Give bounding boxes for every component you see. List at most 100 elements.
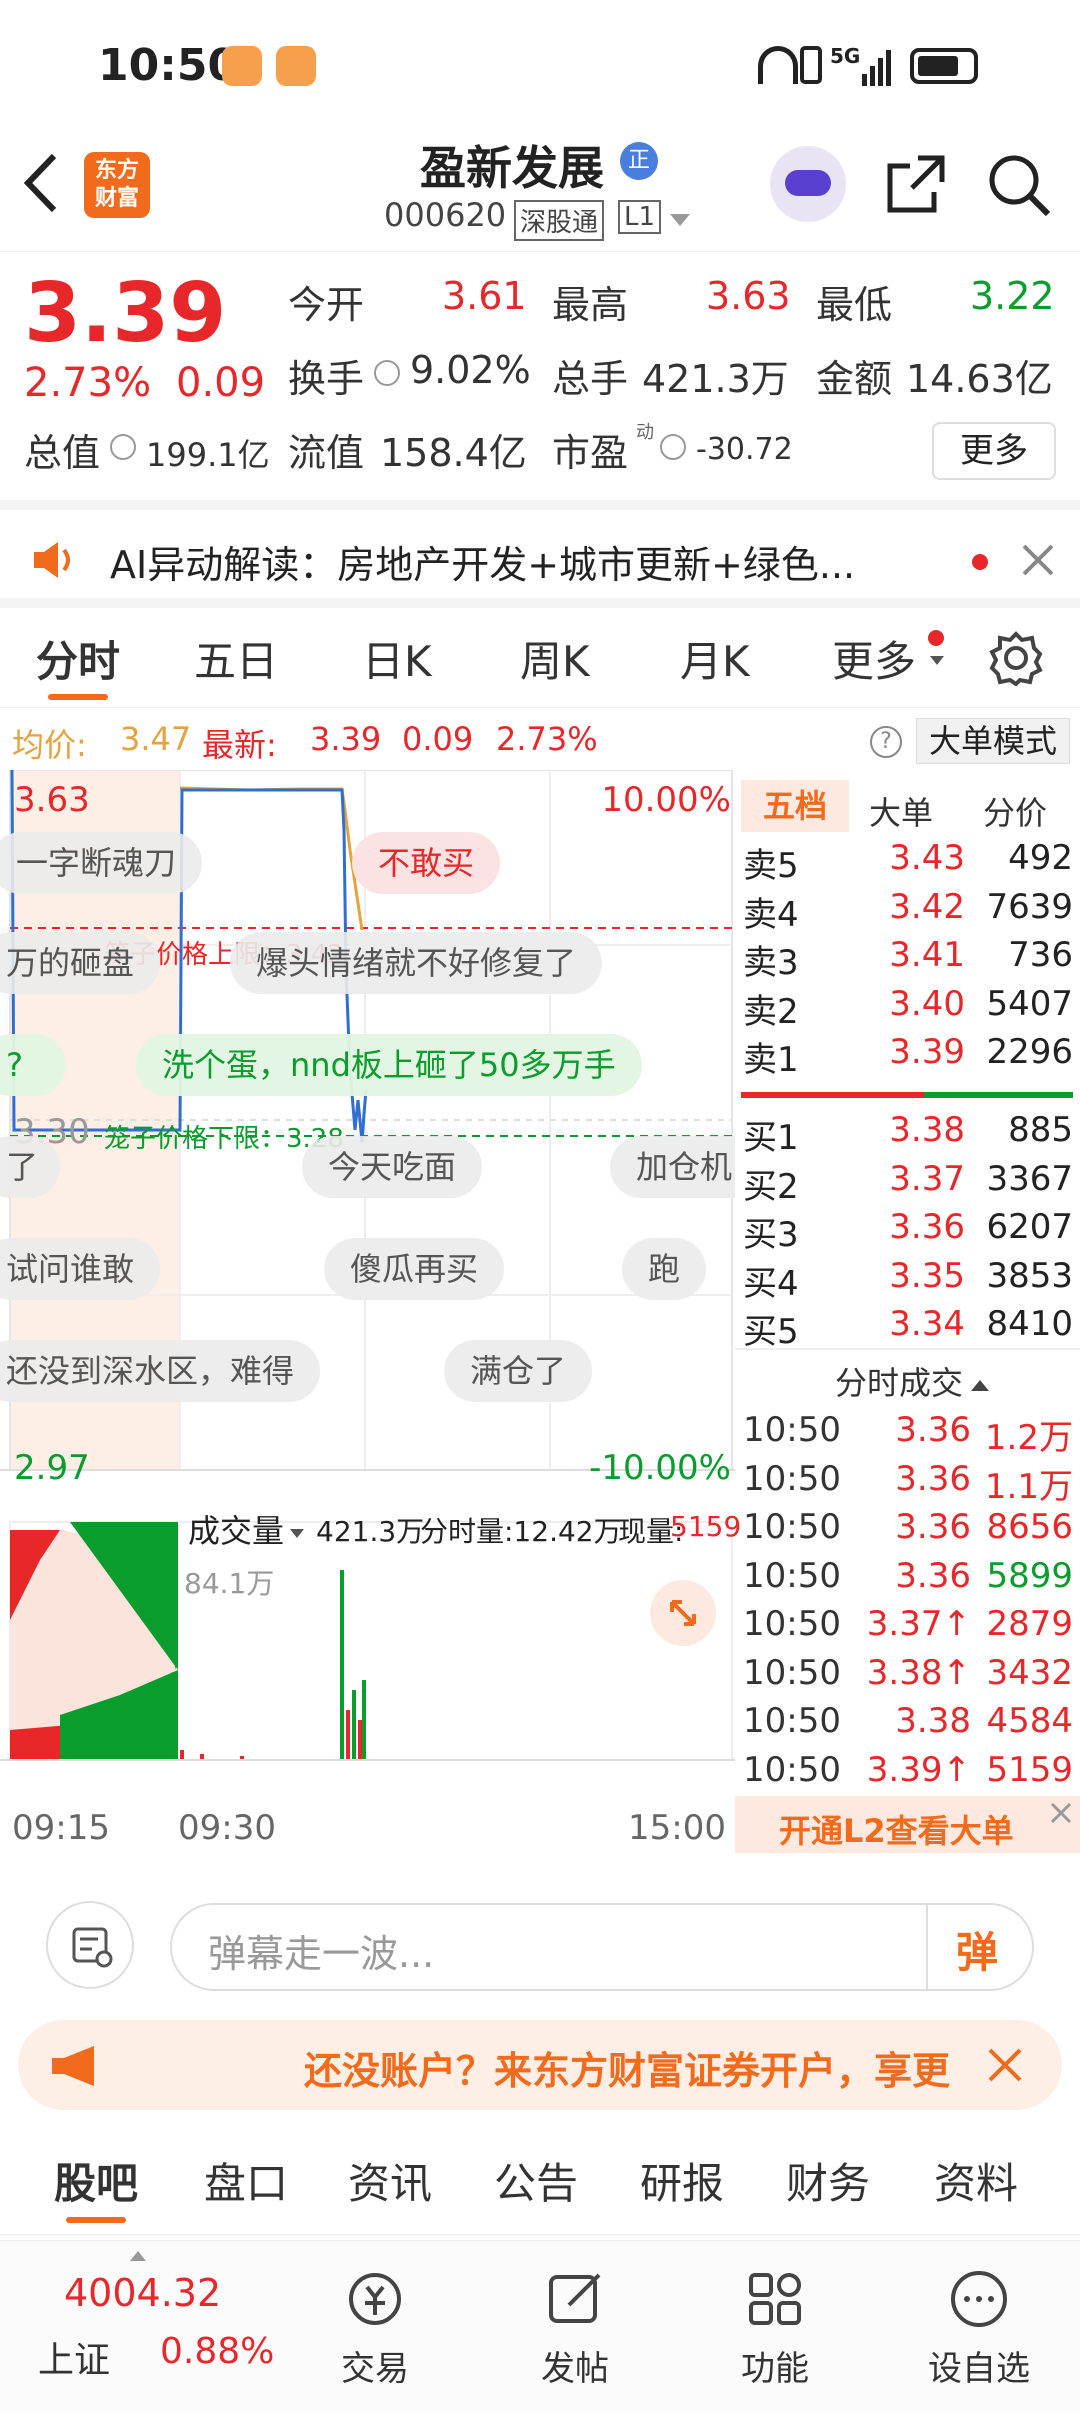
- robot-assistant-icon[interactable]: [770, 146, 846, 222]
- tab-orderbook[interactable]: 盘口: [204, 2150, 288, 2211]
- tick-price: 3.36: [895, 1458, 971, 1499]
- tick-price: 3.37↑: [866, 1604, 971, 1644]
- back-button[interactable]: [20, 150, 80, 220]
- promo-text[interactable]: 还没账户？来东方财富证券开户，享更: [304, 2040, 974, 2095]
- signal-icon: [862, 50, 891, 86]
- tab-more[interactable]: 更多: [832, 628, 916, 689]
- ask-row[interactable]: 卖5 3.43 492: [743, 838, 1073, 886]
- bid-price: 3.36: [889, 1207, 965, 1247]
- tick-time: 10:50: [743, 1555, 841, 1596]
- add-watchlist-button[interactable]: 设自选: [904, 2241, 1054, 2390]
- tab-financials[interactable]: 财务: [786, 2150, 870, 2211]
- network-label: 5G: [830, 44, 861, 68]
- danmaku-input[interactable]: 弹幕走一波... 弹: [170, 1903, 1034, 1991]
- tick-price: 3.39↑: [866, 1749, 971, 1790]
- more-button[interactable]: 更多: [932, 422, 1056, 480]
- chevron-down-icon[interactable]: [670, 214, 690, 226]
- bid-volume: 6207: [986, 1207, 1073, 1247]
- intraday-chart[interactable]: 3.63 10.00% 3.30 2.97 -10.00% 笼子价格上限：3.4…: [0, 708, 741, 1853]
- expand-icon[interactable]: [650, 1580, 716, 1646]
- help-icon[interactable]: ?: [870, 726, 902, 758]
- book-tab-big-orders[interactable]: 大单: [869, 788, 933, 834]
- ai-insight-text[interactable]: AI异动解读：房地产开发+城市更新+绿色...: [110, 534, 855, 589]
- bid-row[interactable]: 买4 3.35 3853: [743, 1256, 1073, 1304]
- l2-banner-text[interactable]: 开通L2查看大单: [779, 1806, 1014, 1852]
- megaphone-icon: [52, 2046, 94, 2086]
- more-dots-icon: [951, 2271, 1007, 2327]
- tab-intraday[interactable]: 分时: [36, 628, 120, 689]
- tab-daily-k[interactable]: 日K: [362, 628, 432, 689]
- ai-insight-banner[interactable]: AI异动解读：房地产开发+城市更新+绿色...: [0, 500, 1080, 608]
- index-widget[interactable]: 4004.32 上证 0.88%: [30, 2241, 290, 2413]
- big-order-mode-button[interactable]: 大单模式: [916, 718, 1070, 764]
- avg-price-line: [179, 786, 364, 931]
- search-icon[interactable]: [986, 152, 1052, 218]
- pe-value: -30.72: [696, 432, 793, 467]
- post-button[interactable]: 发帖: [500, 2241, 650, 2390]
- settings-icon[interactable]: [988, 630, 1044, 686]
- functions-button[interactable]: 功能: [700, 2241, 850, 2390]
- book-tab-five-level[interactable]: 五档: [741, 780, 849, 832]
- tick-row: 10:50 3.39↑ 5159: [743, 1750, 1073, 1798]
- tab-monthly-k[interactable]: 月K: [680, 628, 750, 689]
- app-logo: 东方 财富: [84, 152, 150, 218]
- notification-icon: [222, 46, 262, 86]
- ask-row[interactable]: 卖1 3.39 2296: [743, 1032, 1073, 1080]
- tab-announcements[interactable]: 公告: [494, 2150, 578, 2211]
- volume-total: 421.3万: [316, 1515, 425, 1548]
- trade-label: 交易: [341, 2349, 409, 2389]
- tick-row: 10:50 3.37↑ 2879: [743, 1604, 1073, 1652]
- tab-news[interactable]: 资讯: [348, 2150, 432, 2211]
- book-tab-price-dist[interactable]: 分价: [983, 788, 1047, 834]
- trade-button[interactable]: 交易: [300, 2241, 450, 2390]
- send-danmaku-button[interactable]: 弹: [956, 1919, 998, 1980]
- ask-row[interactable]: 卖3 3.41 736: [743, 935, 1073, 983]
- caret-up-icon: [971, 1379, 990, 1391]
- expand-arrows-icon: [670, 1600, 696, 1626]
- danmaku-settings-button[interactable]: [46, 1901, 134, 1989]
- info-icon[interactable]: [374, 360, 400, 386]
- danmaku-bubble: 洗个蛋，nnd板上砸了50多万手: [136, 1034, 642, 1096]
- tick-volume: 8656: [986, 1507, 1073, 1547]
- tick-time: 10:50: [743, 1701, 841, 1741]
- l2-banner[interactable]: 开通L2查看大单: [735, 1796, 1080, 1853]
- grid-icon: [749, 2273, 801, 2325]
- promo-banner[interactable]: 还没账户？来东方财富证券开户，享更: [18, 2020, 1062, 2110]
- tick-row: 10:50 3.38 4584: [743, 1701, 1073, 1749]
- danmaku-bubble: 一字断魂刀: [0, 832, 203, 894]
- bid-row[interactable]: 买2 3.37 3367: [743, 1159, 1073, 1207]
- ticks-title[interactable]: 分时成交: [835, 1358, 990, 1404]
- tab-weekly-k[interactable]: 周K: [520, 628, 590, 689]
- bottom-price-label: 2.97: [14, 1448, 90, 1488]
- close-icon[interactable]: [1020, 542, 1056, 578]
- info-icon[interactable]: [110, 434, 136, 460]
- amount-value: 14.63亿: [906, 357, 1053, 401]
- bid-row[interactable]: 买5 3.34 8410: [743, 1304, 1073, 1352]
- danmaku-bubble: 万的砸盘: [0, 932, 161, 994]
- tab-forum[interactable]: 股吧: [54, 2150, 138, 2211]
- bid-level: 买3: [743, 1215, 799, 1255]
- float-label: 流值: [288, 431, 365, 475]
- tick-price: 3.36: [895, 1410, 971, 1450]
- close-icon[interactable]: [986, 2046, 1024, 2084]
- level-tag[interactable]: L1: [618, 200, 662, 234]
- headphone-icon: [758, 46, 798, 84]
- volume-indicator-select[interactable]: 成交量: [188, 1506, 305, 1552]
- ask-volume: 2296: [986, 1032, 1073, 1072]
- logo-text-1: 东方: [94, 158, 139, 183]
- share-icon[interactable]: [884, 152, 948, 216]
- tab-profile[interactable]: 资料: [934, 2150, 1018, 2211]
- tab-five-day[interactable]: 五日: [194, 628, 278, 689]
- tab-research[interactable]: 研报: [640, 2150, 724, 2211]
- vibrate-icon: [800, 46, 822, 84]
- close-icon[interactable]: [1048, 1800, 1074, 1826]
- volume-bar: [362, 1680, 366, 1760]
- bid-row[interactable]: 买1 3.38 885: [743, 1110, 1073, 1158]
- turnover-value: 9.02%: [410, 348, 531, 392]
- ask-row[interactable]: 卖4 3.42 7639: [743, 887, 1073, 935]
- stock-header: 东方 财富 盈新发展 正 000620 深股通 L1: [0, 130, 1080, 252]
- bid-row[interactable]: 买3 3.36 6207: [743, 1207, 1073, 1255]
- caret-up-icon: [130, 2251, 146, 2261]
- info-icon[interactable]: [660, 434, 686, 460]
- ask-row[interactable]: 卖2 3.40 5407: [743, 984, 1073, 1032]
